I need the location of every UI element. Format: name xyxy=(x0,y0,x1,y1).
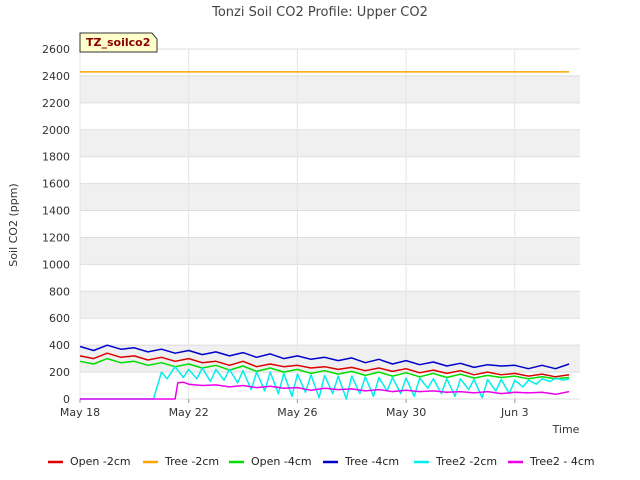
y-tick-label: 2000 xyxy=(42,124,70,137)
chart: Tonzi Soil CO2 Profile: Upper CO2 0 200 40… xyxy=(7,5,595,468)
x-axis-ticks: May 18 May 22 May 26 May 30 Jun 3 xyxy=(60,399,529,419)
plot-band xyxy=(80,129,580,157)
y-tick-label: 1200 xyxy=(42,231,70,244)
legend: Open -2cm Tree -2cm Open -4cm Tree -4cm Tree… xyxy=(48,455,595,468)
legend-label: Open -2cm xyxy=(70,455,131,468)
legend-label: Open -4cm xyxy=(251,455,312,468)
x-tick-label: May 18 xyxy=(60,406,100,419)
plot-band xyxy=(80,75,580,103)
plot-band xyxy=(80,183,580,211)
y-tick-label: 1800 xyxy=(42,151,70,164)
x-tick-label: May 26 xyxy=(277,406,317,419)
y-tick-label: 1400 xyxy=(42,205,70,218)
legend-label: Tree2 - 4cm xyxy=(529,455,595,468)
y-tick-label: 2200 xyxy=(42,97,70,110)
y-tick-label: 2400 xyxy=(42,70,70,83)
y-tick-label: 0 xyxy=(63,393,70,406)
x-axis-label: Time xyxy=(552,423,580,436)
legend-label: Tree -2cm xyxy=(164,455,219,468)
y-tick-label: 400 xyxy=(49,339,70,352)
plot-band xyxy=(80,237,580,265)
badge: TZ_soilco2 xyxy=(79,32,158,53)
y-tick-label: 800 xyxy=(49,285,70,298)
y-axis-label: Soil CO2 (ppm) xyxy=(7,183,20,266)
x-tick-label: May 22 xyxy=(169,406,209,419)
y-tick-label: 200 xyxy=(49,366,70,379)
x-tick-label: Jun 3 xyxy=(500,406,529,419)
plot-band xyxy=(80,291,580,319)
x-tick-label: May 30 xyxy=(386,406,426,419)
plot-background xyxy=(80,49,580,399)
y-axis-ticks: 0 200 400 600 800 1000 1200 1400 1600 1800 2000 220… xyxy=(42,43,70,406)
chart-title: Tonzi Soil CO2 Profile: Upper CO2 xyxy=(211,5,428,20)
y-tick-label: 1000 xyxy=(42,258,70,271)
y-tick-label: 600 xyxy=(49,312,70,325)
legend-label: Tree -4cm xyxy=(344,455,399,468)
badge-label: TZ_soilco2 xyxy=(86,36,150,49)
legend-label: Tree2 -2cm xyxy=(435,455,497,468)
y-tick-label: 1600 xyxy=(42,178,70,191)
y-tick-label: 2600 xyxy=(42,43,70,56)
